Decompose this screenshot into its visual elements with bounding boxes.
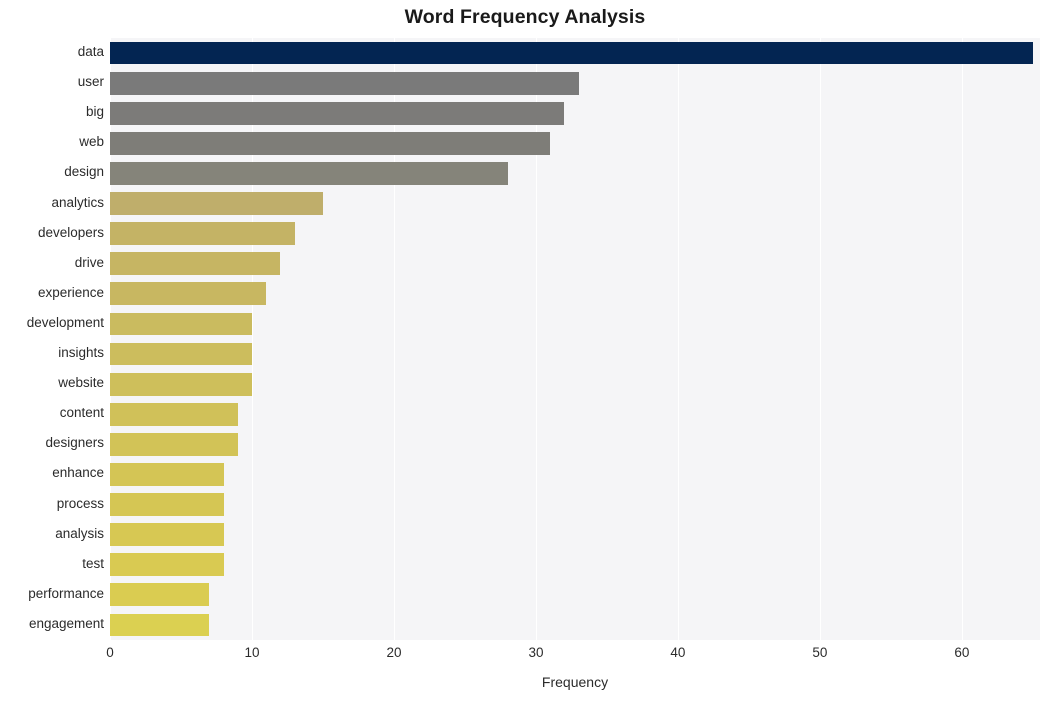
bar-row [110,252,1040,276]
bar-web[interactable] [110,131,551,155]
y-tick-label-design: design [64,164,104,180]
bar-big[interactable] [110,101,565,125]
bar-row [110,222,1040,246]
plot-area [110,38,1040,640]
bar-row [110,432,1040,456]
bar-test[interactable] [110,553,224,577]
y-tick-label-content: content [59,405,104,421]
bar-website[interactable] [110,372,252,396]
bar-analytics[interactable] [110,192,323,215]
bars-layer [110,38,1040,640]
y-tick-label-enhance: enhance [52,465,104,481]
bar-data[interactable] [110,41,1033,65]
bar-analysis[interactable] [110,523,224,547]
y-tick-label-user: user [77,74,104,90]
bar-row [110,312,1040,336]
bar-drive[interactable] [110,252,281,276]
x-tick-label-20: 20 [386,645,402,660]
x-tick-label-0: 0 [106,645,114,660]
y-tick-label-developers: developers [37,224,104,240]
bar-development[interactable] [110,312,252,336]
y-axis-tick-labels: data user big web design analytics developers d… [0,38,104,640]
bar-design[interactable] [110,162,508,185]
x-tick-label-50: 50 [812,645,828,660]
x-axis-tick-labels: 0 10 20 30 40 50 60 [106,645,1040,667]
bar-content[interactable] [110,402,238,426]
y-tick-label-analysis: analysis [55,525,104,541]
bar-row [110,282,1040,306]
y-tick-label-process: process [56,495,104,511]
bar-row [110,523,1040,547]
bar-row [110,192,1040,215]
chart-figure: Word Frequency Analysis data user big web de… [0,0,1050,701]
x-tick-label-30: 30 [528,645,544,660]
y-tick-label-engagement: engagement [28,615,104,631]
bar-row [110,71,1040,95]
x-tick-label-40: 40 [670,645,686,660]
x-tick-label-60: 60 [954,645,970,660]
bar-row [110,493,1040,516]
y-tick-label-big: big [85,104,104,120]
bar-row [110,463,1040,486]
bar-process[interactable] [110,493,224,516]
chart-title: Word Frequency Analysis [404,6,646,28]
bar-row [110,613,1040,637]
bar-enhance[interactable] [110,463,224,486]
bar-designers[interactable] [110,432,238,456]
bar-developers[interactable] [110,222,295,246]
y-tick-label-data: data [77,44,104,60]
y-tick-label-performance: performance [28,585,104,601]
bar-row [110,131,1040,155]
y-tick-label-analytics: analytics [51,194,104,210]
y-tick-label-test: test [82,555,104,571]
bar-row [110,553,1040,577]
bar-performance[interactable] [110,583,210,607]
bar-user[interactable] [110,71,579,95]
bar-row [110,583,1040,607]
y-tick-label-development: development [26,314,104,330]
y-tick-label-web: web [79,134,104,150]
y-tick-label-drive: drive [74,254,104,270]
bar-row [110,162,1040,185]
y-tick-label-website: website [58,375,104,391]
bar-row [110,402,1040,426]
y-tick-label-insights: insights [58,345,104,361]
x-tick-label-10: 10 [244,645,260,660]
y-tick-label-experience: experience [37,284,104,300]
bar-insights[interactable] [110,342,252,366]
bar-row [110,342,1040,366]
bar-engagement[interactable] [110,613,210,637]
bar-row [110,41,1040,65]
x-axis-title: Frequency [541,674,609,690]
bar-experience[interactable] [110,282,267,306]
bar-row [110,372,1040,396]
y-tick-label-designers: designers [45,435,104,451]
bar-row [110,101,1040,125]
